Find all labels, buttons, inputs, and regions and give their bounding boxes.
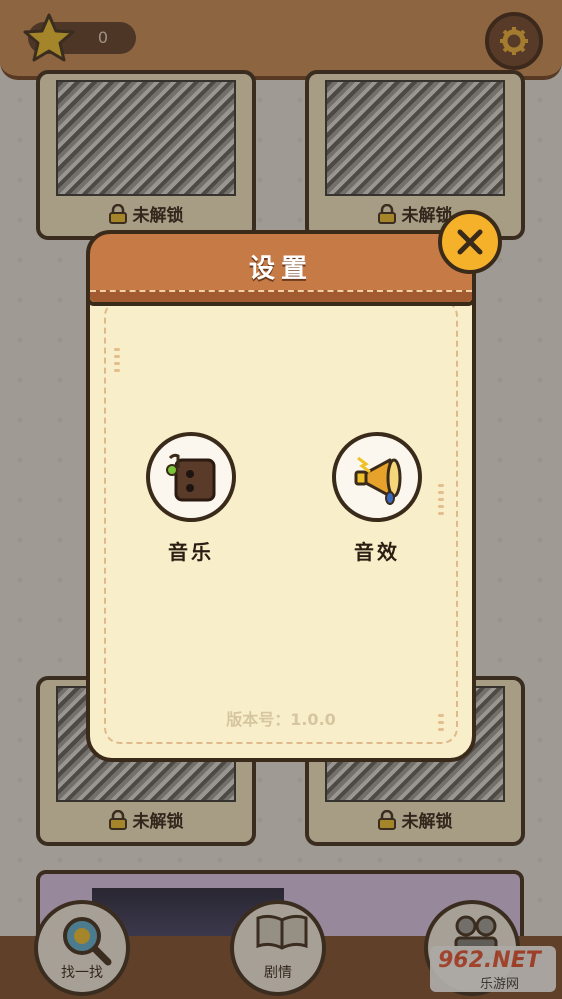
sfx-label: 音效 <box>354 540 400 564</box>
version-text: 版本号：1.0.0 <box>226 710 336 729</box>
decorative-dots <box>438 484 444 519</box>
dialog-title: 设置 <box>248 254 313 284</box>
sfx-toggle[interactable]: 音效 <box>329 432 425 565</box>
decorative-dots <box>114 348 120 376</box>
music-speaker-icon <box>166 453 216 502</box>
music-label: 音乐 <box>168 540 214 564</box>
horn-icon <box>354 456 402 505</box>
music-toggle[interactable]: 音乐 <box>143 432 239 565</box>
close-icon <box>457 229 483 255</box>
sfx-button[interactable] <box>332 432 422 522</box>
close-button[interactable] <box>438 210 502 274</box>
music-button[interactable] <box>146 432 236 522</box>
header-trim <box>90 290 472 302</box>
settings-dialog: 设置 音乐 音效 版本号：1.0.0 <box>86 210 502 762</box>
dialog-header: 设置 <box>86 230 476 306</box>
